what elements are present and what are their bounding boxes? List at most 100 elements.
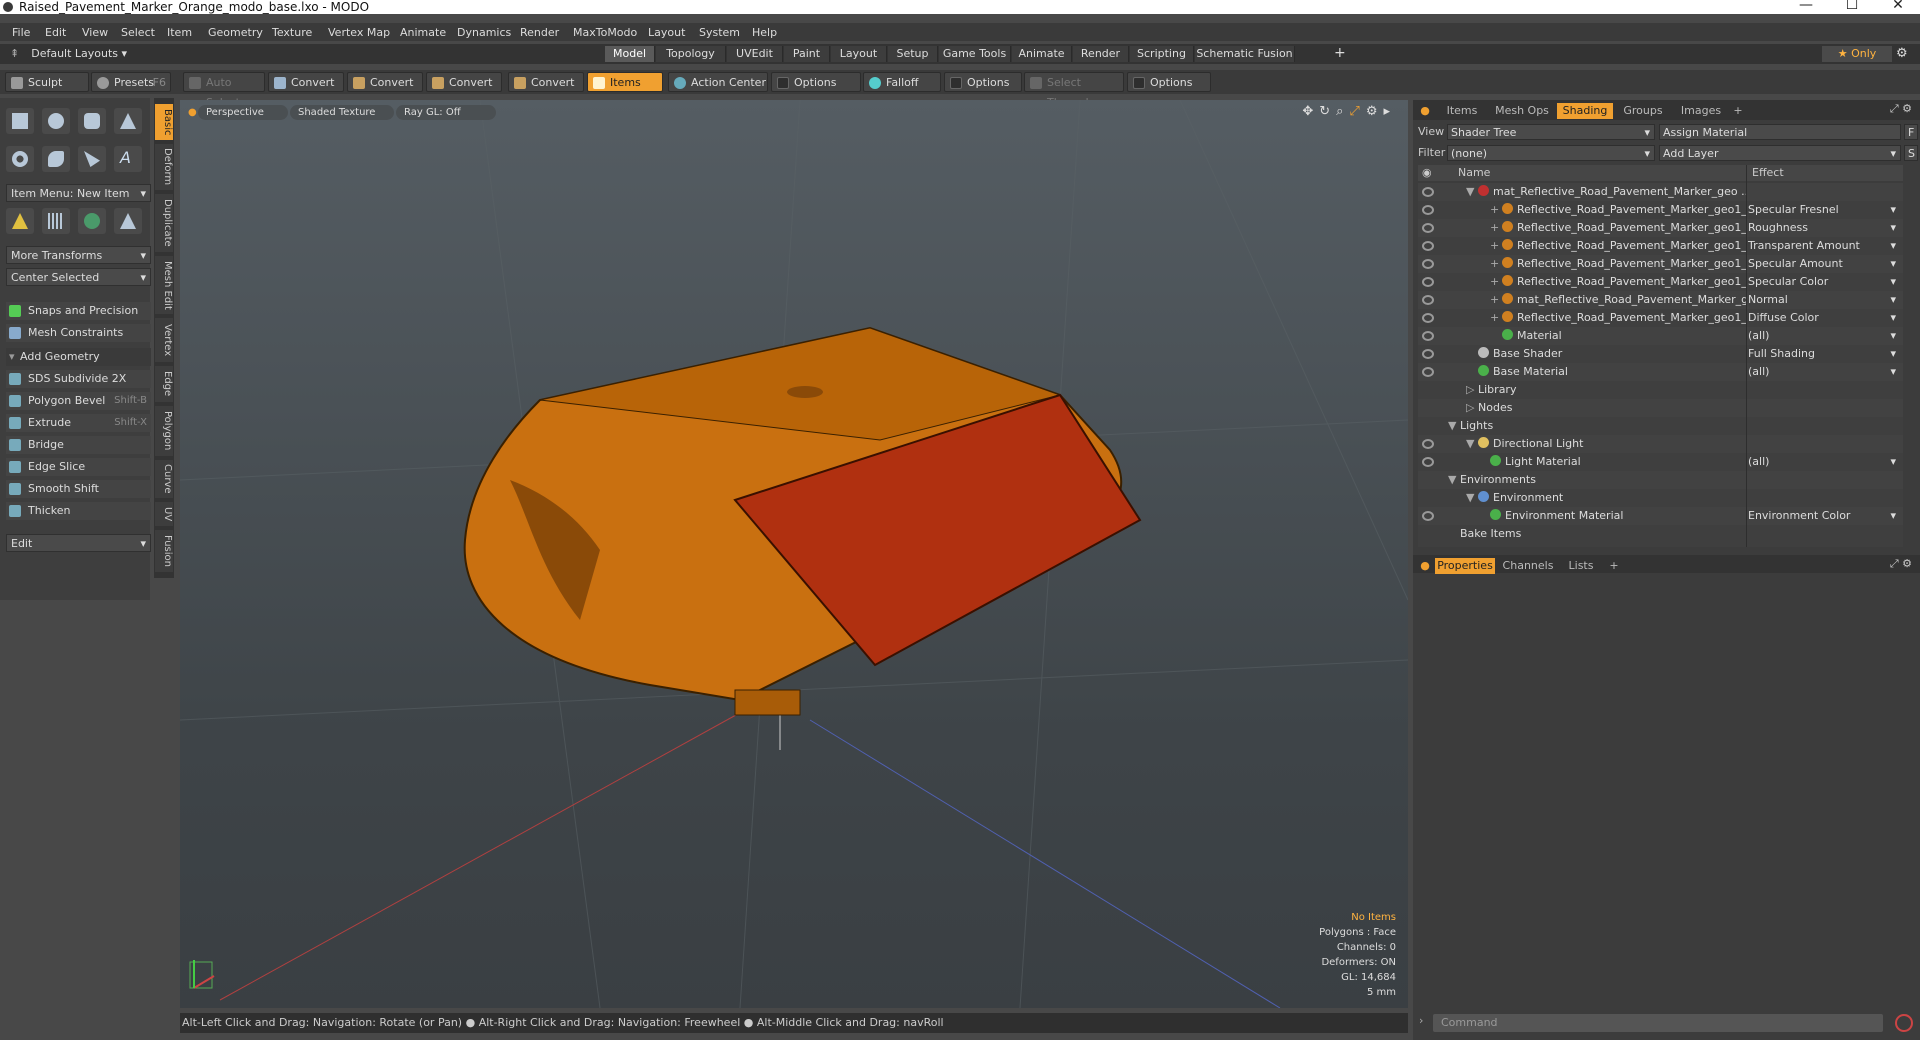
vtab-polygon[interactable]: Polygon: [155, 406, 173, 456]
options-button-1[interactable]: Options: [771, 72, 861, 92]
convert-items-button[interactable]: Convert: [508, 72, 584, 92]
view-type-button[interactable]: Perspective: [198, 105, 288, 120]
effect-dropdown[interactable]: Specular Color: [1748, 273, 1898, 291]
visibility-eye-icon[interactable]: [1422, 439, 1434, 449]
expand-toggle-icon[interactable]: +: [1490, 219, 1499, 237]
effect-dropdown[interactable]: Specular Fresnel: [1748, 201, 1898, 219]
tool-edge-slice[interactable]: Edge Slice: [6, 458, 151, 476]
globe-tool-button[interactable]: [78, 208, 106, 234]
visibility-eye-icon[interactable]: [1422, 223, 1434, 233]
viewport-gear-icon[interactable]: ⚙: [1366, 104, 1384, 119]
vtab-duplicate[interactable]: Duplicate: [155, 194, 173, 252]
convert-polygons-button[interactable]: Convert: [426, 72, 502, 92]
tab-images[interactable]: Images: [1673, 103, 1729, 119]
shader-tree[interactable]: ▼ mat_Reflective_Road_Pavement_Marker_geo…: [1418, 183, 1903, 547]
menu-select[interactable]: Select: [121, 26, 155, 39]
maximize-button[interactable]: ☐: [1832, 0, 1872, 12]
vtab-deform[interactable]: Deform: [155, 144, 173, 190]
item-menu-dropdown[interactable]: Item Menu: New Item: [6, 184, 151, 203]
shader-tree-row[interactable]: ▼ Lights: [1418, 417, 1903, 435]
shader-tree-row[interactable]: + Reflective_Road_Pavement_Marker_geo1_ .…: [1418, 237, 1903, 255]
tool-bridge[interactable]: Bridge: [6, 436, 151, 454]
assign-material-button[interactable]: Assign Material: [1659, 124, 1901, 140]
tab-properties[interactable]: Properties: [1435, 558, 1495, 574]
auto-select-button[interactable]: Auto Select: [183, 72, 265, 109]
tab-lists[interactable]: Lists: [1561, 558, 1601, 574]
effect-dropdown[interactable]: Full Shading: [1748, 345, 1898, 363]
expand-toggle-icon[interactable]: +: [1490, 273, 1499, 291]
menu-texture[interactable]: Texture: [272, 26, 312, 39]
menu-render[interactable]: Render: [520, 26, 559, 39]
tube-primitive-button[interactable]: [42, 146, 70, 172]
expand-toggle-icon[interactable]: +: [1490, 237, 1499, 255]
effect-dropdown[interactable]: Transparent Amount: [1748, 237, 1898, 255]
visibility-eye-icon[interactable]: [1422, 187, 1434, 197]
shader-tree-row[interactable]: Base Shader Full Shading: [1418, 345, 1903, 363]
default-layouts-dropdown[interactable]: ⇞ Default Layouts ▾: [10, 47, 127, 60]
visibility-eye-icon[interactable]: [1422, 313, 1434, 323]
text-tool-button[interactable]: A: [114, 146, 142, 172]
torus-primitive-button[interactable]: [6, 146, 34, 172]
sculpt-button[interactable]: Sculpt: [5, 72, 89, 92]
only-toggle[interactable]: ★ Only: [1822, 46, 1892, 62]
viewport-menu-dot-icon[interactable]: ●: [186, 105, 199, 120]
effect-dropdown[interactable]: (all): [1748, 453, 1898, 471]
tab-scripting[interactable]: Scripting: [1130, 46, 1194, 62]
menu-edit[interactable]: Edit: [45, 26, 66, 39]
visibility-eye-icon[interactable]: [1422, 295, 1434, 305]
add-layout-tab-button[interactable]: +: [1334, 45, 1346, 61]
tool-thicken[interactable]: Thicken: [6, 502, 151, 520]
vtab-vertex[interactable]: Vertex: [155, 318, 173, 362]
edit-dropdown[interactable]: Edit: [6, 534, 151, 553]
expand-toggle-icon[interactable]: +: [1490, 291, 1499, 309]
command-input[interactable]: Command: [1433, 1014, 1883, 1032]
expand-toggle-icon[interactable]: ▼: [1466, 435, 1474, 453]
shader-tree-row[interactable]: + Reflective_Road_Pavement_Marker_geo1_ .…: [1418, 201, 1903, 219]
visibility-eye-icon[interactable]: [1422, 511, 1434, 521]
visibility-eye-icon[interactable]: [1422, 457, 1434, 467]
tab-topology[interactable]: Topology: [656, 46, 726, 62]
3d-viewport[interactable]: ● Perspective Shaded Texture Ray GL: Off…: [180, 100, 1408, 1008]
add-layer-dropdown[interactable]: Add Layer: [1659, 145, 1901, 162]
effect-dropdown[interactable]: Environment Color: [1748, 507, 1898, 525]
close-button[interactable]: ✕: [1878, 0, 1918, 12]
add-geometry-header[interactable]: ▾ Add Geometry: [6, 348, 151, 366]
convert-edges-button[interactable]: Convert: [347, 72, 423, 92]
effect-dropdown[interactable]: Normal: [1748, 291, 1898, 309]
effect-dropdown[interactable]: (all): [1748, 363, 1898, 381]
snaps-precision-button[interactable]: Snaps and Precision: [6, 302, 151, 320]
panel-expand-icon[interactable]: ⤢ ⚙: [1890, 102, 1912, 116]
properties-menu-dot-icon[interactable]: ●: [1417, 558, 1433, 574]
panel-menu-dot-icon[interactable]: ●: [1417, 103, 1433, 119]
f-button[interactable]: F: [1904, 124, 1918, 140]
shader-tree-row[interactable]: + Reflective_Road_Pavement_Marker_geo1_ .…: [1418, 219, 1903, 237]
more-transforms-dropdown[interactable]: More Transforms: [6, 246, 151, 265]
cube-primitive-button[interactable]: [6, 108, 34, 134]
action-center-button[interactable]: Action Center: [668, 72, 768, 92]
visibility-eye-icon[interactable]: [1422, 349, 1434, 359]
gear-icon[interactable]: ⚙: [1896, 46, 1908, 61]
tool-polygon-bevel[interactable]: Polygon Bevel Shift-B: [6, 392, 151, 410]
menu-geometry[interactable]: Geometry: [208, 26, 263, 39]
presets-button[interactable]: Presets F6: [91, 72, 171, 92]
shader-tree-row[interactable]: ▷ Nodes: [1418, 399, 1903, 417]
tab-groups[interactable]: Groups: [1615, 103, 1671, 119]
convert-vertices-button[interactable]: Convert: [268, 72, 344, 92]
effect-dropdown[interactable]: Specular Amount: [1748, 255, 1898, 273]
tab-shading[interactable]: Shading: [1557, 103, 1613, 119]
shader-tree-row[interactable]: Base Material (all): [1418, 363, 1903, 381]
tab-animate[interactable]: Animate: [1012, 46, 1072, 62]
expand-toggle-icon[interactable]: ▼: [1448, 471, 1456, 489]
select-through-button[interactable]: Select Through: [1024, 72, 1124, 109]
expand-toggle-icon[interactable]: +: [1490, 309, 1499, 327]
expand-toggle-icon[interactable]: +: [1490, 255, 1499, 273]
sphere-primitive-button[interactable]: [42, 108, 70, 134]
perspective-tool-button[interactable]: [114, 208, 142, 234]
shader-tree-row[interactable]: ▼ Directional Light: [1418, 435, 1903, 453]
shader-tree-row[interactable]: ▷ Library: [1418, 381, 1903, 399]
visibility-eye-icon[interactable]: [1422, 331, 1434, 341]
tool-sds-subdivide[interactable]: SDS Subdivide 2X: [6, 370, 151, 388]
items-mode-button[interactable]: Items: [587, 72, 663, 92]
tab-uvedit[interactable]: UVEdit: [727, 46, 783, 62]
tool-extrude[interactable]: Extrude Shift-X: [6, 414, 151, 432]
